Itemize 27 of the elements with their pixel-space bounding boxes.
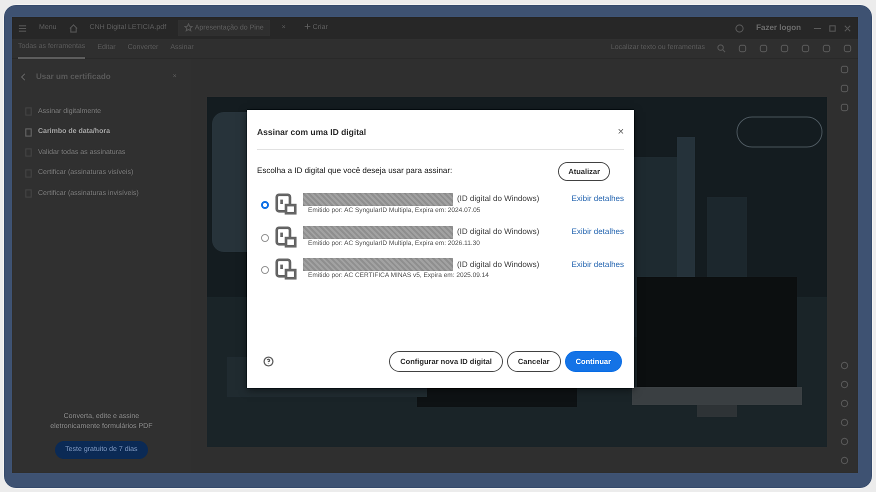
radio-button[interactable] <box>261 234 269 242</box>
radio-button[interactable] <box>261 266 269 274</box>
sign-in-button[interactable]: Fazer logon <box>750 19 807 37</box>
id-type-text: (ID digital do Windows) <box>457 226 540 238</box>
details-link[interactable]: Exibir detalhes <box>572 258 624 271</box>
details-link[interactable]: Exibir detalhes <box>572 193 624 206</box>
close-icon <box>843 24 852 32</box>
radio-button[interactable] <box>261 200 269 209</box>
details-link[interactable]: Exibir detalhes <box>572 226 624 238</box>
menu-icon <box>18 24 27 32</box>
close-button[interactable]: × <box>618 124 624 140</box>
maximize-icon <box>828 24 837 32</box>
id-card-icon <box>275 192 297 215</box>
back-icon <box>20 73 28 82</box>
certificate-icon <box>24 128 33 137</box>
search-icon <box>717 44 726 53</box>
home-icon <box>68 24 78 32</box>
plus-icon <box>304 23 311 30</box>
help-icon <box>735 24 744 32</box>
dialog-title: Assinar com uma ID digital <box>257 126 366 139</box>
id-card-icon <box>275 226 297 248</box>
help-icon <box>263 356 274 367</box>
id-type-text: (ID digital do Windows) <box>457 193 540 206</box>
prompt-text: Escolha a ID digital que você deseja usar para assinar: <box>257 165 452 178</box>
id-card-icon <box>275 258 297 280</box>
id-type-text: (ID digital do Windows) <box>457 258 540 271</box>
star-icon <box>184 22 194 32</box>
